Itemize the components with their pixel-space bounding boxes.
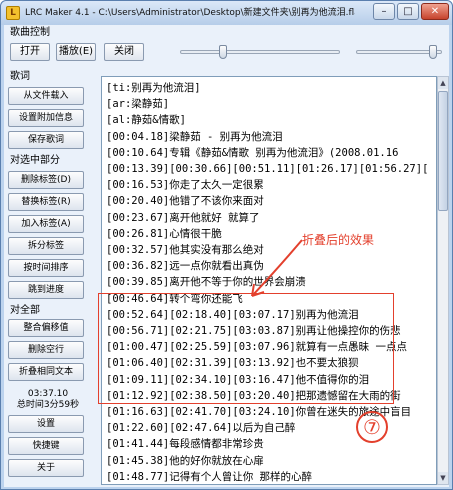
fold-highlight-box: [98, 293, 394, 404]
sidebar: 歌词 从文件载入 设置附加信息 保存歌词 对选中部分 删除标签(D) 替换标签(…: [4, 65, 96, 485]
selection-group-label: 对选中部分: [10, 155, 60, 166]
merge-offset-button[interactable]: 整合偏移值: [8, 319, 84, 337]
lyric-line[interactable]: [00:13.39][00:30.66][00:51.11][01:26.17]…: [106, 162, 436, 177]
window-title: LRC Maker 4.1 - C:\Users\Administrator\D…: [25, 8, 355, 18]
close-button[interactable]: ✕: [421, 3, 449, 20]
shortcuts-button[interactable]: 快捷键: [8, 437, 84, 455]
lyric-line[interactable]: [01:41.44]每段感情都非常珍贵: [106, 437, 436, 452]
lyric-line[interactable]: [00:16.53]你走了太久一定很累: [106, 178, 436, 193]
app-window: L LRC Maker 4.1 - C:\Users\Administrator…: [0, 0, 453, 490]
all-group-label: 对全部: [10, 305, 40, 316]
playback-toolbar: 打开 播放(E) 关闭: [8, 41, 445, 63]
about-button[interactable]: 关于: [8, 459, 84, 477]
scroll-up-icon[interactable]: ▲: [438, 77, 448, 89]
lyric-line[interactable]: [01:45.38]他的好你就放在心扉: [106, 454, 436, 469]
jump-to-progress-button[interactable]: 跳到进度: [8, 281, 84, 299]
load-from-file-button[interactable]: 从文件载入: [8, 87, 84, 105]
split-tag-button[interactable]: 拆分标签: [8, 237, 84, 255]
progress-slider-thumb[interactable]: [219, 45, 228, 59]
add-tag-button[interactable]: 加入标签(A): [8, 215, 84, 233]
maximize-button[interactable]: □: [397, 3, 419, 20]
replace-tag-button[interactable]: 替换标签(R): [8, 193, 84, 211]
app-icon: L: [6, 6, 20, 20]
scrollbar-thumb[interactable]: [438, 91, 448, 211]
save-lyrics-button[interactable]: 保存歌词: [8, 131, 84, 149]
editor-scrollbar[interactable]: ▲ ▼: [437, 76, 449, 485]
title-bar[interactable]: L LRC Maker 4.1 - C:\Users\Administrator…: [1, 1, 452, 25]
settings-button[interactable]: 设置: [8, 415, 84, 433]
lyric-line[interactable]: [al:静茹&情歌]: [106, 113, 436, 128]
playback-group-label: 歌曲控制: [10, 27, 50, 38]
lyrics-group-label: 歌词: [10, 71, 30, 82]
lyric-line[interactable]: [01:16.63][02:41.70][03:24.10]你曾在迷失的旅途中盲…: [106, 405, 436, 420]
pause-button[interactable]: 播放(E): [56, 43, 96, 61]
lyric-line[interactable]: [ar:梁静茹]: [106, 97, 436, 112]
sort-by-time-button[interactable]: 按时间排序: [8, 259, 84, 277]
fold-same-text-button[interactable]: 折叠相同文本: [8, 363, 84, 381]
total-time: 总时间3分59秒: [16, 400, 80, 410]
delete-tag-button[interactable]: 删除标签(D): [8, 171, 84, 189]
minimize-button[interactable]: –: [373, 3, 395, 20]
volume-slider-thumb[interactable]: [429, 45, 438, 59]
lyric-line[interactable]: [ti:别再为他流泪]: [106, 81, 436, 96]
delete-empty-lines-button[interactable]: 删除空行: [8, 341, 84, 359]
step-number-badge: ⑦: [356, 411, 388, 443]
annotation-arrow-icon: [251, 239, 303, 297]
lyric-line[interactable]: [00:10.64]专辑《静茹&情歌 别再为他流泪》(2008.01.16: [106, 146, 436, 161]
set-extra-info-button[interactable]: 设置附加信息: [8, 109, 84, 127]
close-song-button[interactable]: 关闭: [104, 43, 144, 61]
current-time: 03:37.10: [27, 389, 69, 399]
lyric-line[interactable]: [00:23.67]离开他就好 就算了: [106, 211, 436, 226]
lyric-line[interactable]: [00:04.18]梁静茹 - 别再为他流泪: [106, 130, 436, 145]
scroll-down-icon[interactable]: ▼: [438, 472, 448, 484]
open-button[interactable]: 打开: [10, 43, 50, 61]
progress-slider[interactable]: [180, 50, 340, 54]
lyric-line[interactable]: [00:20.40]他错了不该你来面对: [106, 194, 436, 209]
lyric-line[interactable]: [01:48.77]记得有个人曾让你 那样的心醉: [106, 470, 436, 484]
